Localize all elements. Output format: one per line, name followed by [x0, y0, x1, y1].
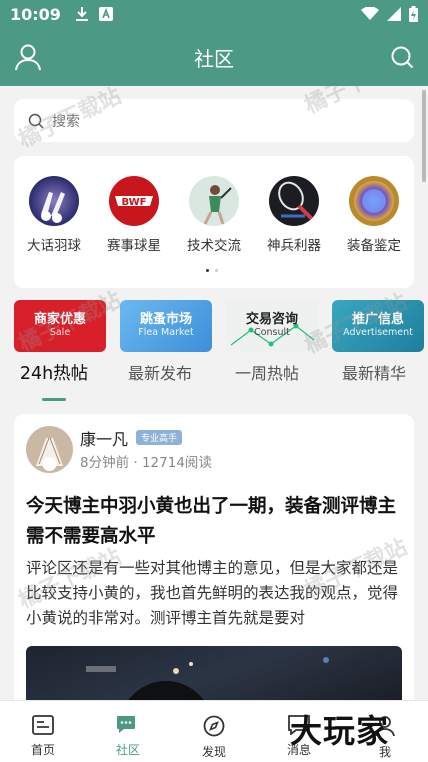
category-label: 装备鉴定 [347, 238, 401, 254]
status-bar: 10:09 [0, 0, 428, 28]
search-bar[interactable]: 搜索 [14, 99, 414, 142]
banner-advertisement[interactable]: 推广信息 Advertisement [332, 300, 424, 352]
tab-featured[interactable]: 最新精华 [324, 360, 424, 384]
feed-tabs: 24h热帖 最新发布 一周热帖 最新精华 [0, 360, 428, 401]
nav-label: 发现 [201, 745, 226, 759]
app-header: 社区 [0, 28, 428, 86]
category-label: 大话羽球 [27, 238, 81, 254]
banner-title: 商家优惠 [33, 312, 86, 327]
nav-label: 社区 [115, 743, 140, 757]
community-icon [117, 716, 135, 733]
category-item-jianding[interactable]: 装备鉴定 [334, 176, 414, 254]
tab-latest[interactable]: 最新发布 [110, 360, 210, 384]
corner-watermark-logo: 大玩家 [290, 712, 390, 750]
search-placeholder: 搜索 [52, 113, 80, 130]
wifi-icon [361, 7, 379, 20]
search-small-icon [28, 113, 44, 129]
tab-24h-hot[interactable]: 24h热帖 [4, 360, 104, 385]
nav-community[interactable]: 社区 [98, 715, 158, 758]
post-image[interactable] [26, 646, 402, 700]
player-photo-icon [189, 176, 239, 226]
signal-icon [387, 7, 401, 21]
scrollbar[interactable] [422, 90, 426, 182]
pager-dot [215, 269, 218, 272]
banner-title: 交易咨询 [245, 312, 298, 327]
download-icon [75, 7, 88, 21]
category-card: 大话羽球 BWF 赛事球星 技术交流 神兵利器 装备鉴定 [14, 156, 414, 288]
category-item-shenbing[interactable]: 神兵利器 [254, 176, 334, 254]
tab-weekly-hot[interactable]: 一周热帖 [217, 360, 317, 384]
status-time: 10:09 [10, 4, 61, 24]
banner-sale[interactable]: 商家优惠 Sale [14, 300, 106, 352]
post-meta: 8分钟前 · 12714阅读 [80, 455, 212, 471]
svg-text:BWF: BWF [122, 197, 147, 208]
search-icon[interactable] [390, 45, 414, 69]
nav-home[interactable]: 首页 [13, 715, 73, 758]
category-label: 技术交流 [187, 238, 241, 254]
user-icon[interactable] [14, 43, 42, 71]
post-body[interactable]: 评论区还是有一些对其他博主的意见，但是大家都还是比较支持小黄的，我也首先鲜明的表… [26, 556, 406, 631]
post-title[interactable]: 今天博主中羽小黄也出了一期，装备测评博主需不需要高水平 [26, 492, 402, 552]
bwf-logo-icon: BWF [109, 176, 159, 226]
category-label: 神兵利器 [267, 238, 321, 254]
banner-flea-market[interactable]: 跳蚤市场 Flea Market [120, 300, 212, 352]
nav-label: 首页 [30, 743, 55, 757]
category-item-saishi[interactable]: BWF 赛事球星 [94, 176, 174, 254]
pager-dot-active [206, 269, 209, 272]
tab-indicator [42, 398, 66, 401]
banner-consult[interactable]: 交易咨询 Consult [226, 300, 318, 352]
category-item-jishu[interactable]: 技术交流 [174, 176, 254, 254]
compass-icon [203, 715, 225, 737]
banner-title: 推广信息 [351, 312, 404, 327]
author-name[interactable]: 康一凡 [80, 426, 128, 450]
banner-title: 跳蚤市场 [139, 312, 192, 327]
magnifier-icon [349, 176, 399, 226]
avatar[interactable] [26, 426, 73, 473]
category-item-dahua[interactable]: 大话羽球 [14, 176, 94, 254]
banner-subtitle: Flea Market [138, 327, 194, 338]
nav-discover[interactable]: 发现 [184, 715, 244, 760]
shuttlecock-icon [29, 176, 79, 226]
banner-subtitle: Advertisement [343, 327, 413, 338]
pager-dots [206, 269, 218, 272]
main-content[interactable]: 搜索 大话羽球 BWF 赛事球星 技术交流 神兵利器 装备鉴定 商家优惠 Sal… [0, 86, 428, 700]
racket-icon [269, 176, 319, 226]
battery-icon [409, 6, 418, 22]
author-badge: 专业高手 [136, 430, 183, 445]
banner-row: 商家优惠 Sale 跳蚤市场 Flea Market 交易咨询 Consult … [14, 300, 428, 352]
banner-subtitle: Consult [254, 327, 290, 338]
page-title: 社区 [194, 46, 234, 71]
a-icon [98, 7, 113, 21]
category-label: 赛事球星 [107, 238, 161, 254]
banner-subtitle: Sale [49, 327, 71, 338]
post-card[interactable]: 康一凡 专业高手 8分钟前 · 12714阅读 今天博主中羽小黄也出了一期，装备… [14, 414, 414, 700]
home-icon [32, 715, 54, 735]
